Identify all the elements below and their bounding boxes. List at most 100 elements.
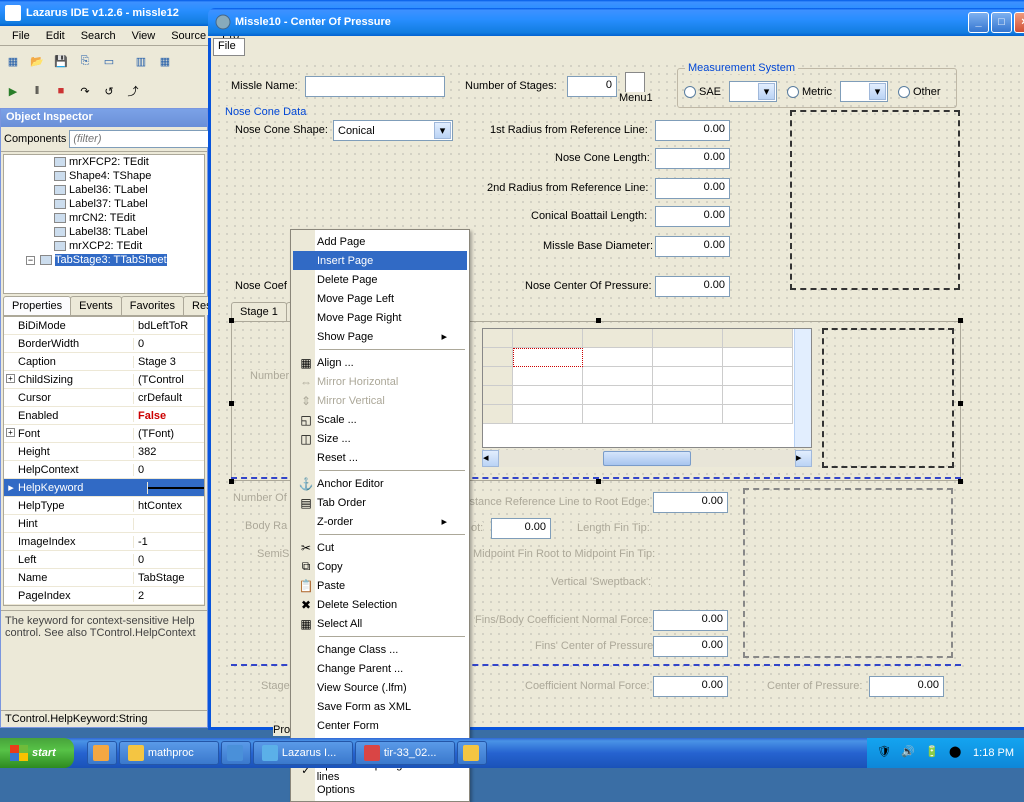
menu-source[interactable]: Source [163, 28, 214, 44]
menu-item-center-form[interactable]: Center Form [293, 716, 467, 735]
tab-stage1[interactable]: Stage 1 [231, 302, 287, 321]
property-row[interactable]: EnabledFalse [4, 407, 204, 425]
mbd-input[interactable]: 0.00 [655, 236, 730, 257]
radio-other[interactable]: Other [898, 86, 941, 98]
taskbar-item[interactable]: mathproc [119, 741, 219, 765]
sae-combo[interactable]: ▾ [729, 81, 777, 102]
context-menu[interactable]: Add PageInsert PageDelete PageMove Page … [290, 229, 470, 802]
units-button[interactable]: ▥ [130, 50, 152, 72]
menu-item-change-class-[interactable]: Change Class ... [293, 640, 467, 659]
tab-properties[interactable]: Properties [3, 296, 71, 315]
menu-item-select-all[interactable]: ▦Select All [293, 614, 467, 633]
open-button[interactable]: 📂 [26, 50, 48, 72]
grid-hscroll[interactable]: ◂▸ [482, 450, 812, 467]
property-row[interactable]: NameTabStage [4, 569, 204, 587]
property-grid[interactable]: BiDiModebdLeftToRBorderWidth0CaptionStag… [3, 316, 205, 606]
close-button[interactable]: × [1014, 12, 1024, 33]
menu-view[interactable]: View [124, 28, 164, 44]
property-row[interactable]: Height382 [4, 443, 204, 461]
tree-item[interactable]: Label38: TLabel [4, 225, 204, 239]
menu-item-move-page-right[interactable]: Move Page Right [293, 308, 467, 327]
taskbar-item[interactable] [221, 741, 251, 765]
filter-input[interactable] [69, 130, 220, 148]
tray-icon[interactable]: 🔋 [925, 745, 941, 761]
menu-item-z-order[interactable]: Z-order▸ [293, 512, 467, 531]
menu-item-show-page[interactable]: Show Page▸ [293, 327, 467, 346]
property-row[interactable]: BiDiModebdLeftToR [4, 317, 204, 335]
form-menu-file[interactable]: File [213, 38, 245, 56]
step-into-button[interactable]: ↺ [98, 80, 120, 102]
menu-item-save-form-as-xml[interactable]: Save Form as XML [293, 697, 467, 716]
menu-item-change-parent-[interactable]: Change Parent ... [293, 659, 467, 678]
menu-file[interactable]: File [4, 28, 38, 44]
cop2-input[interactable]: 0.00 [869, 676, 944, 697]
menu-item-add-page[interactable]: Add Page [293, 232, 467, 251]
tree-item[interactable]: Label37: TLabel [4, 197, 204, 211]
nose-shape-combo[interactable]: Conical▾ [333, 120, 453, 141]
radio-metric[interactable]: Metric [787, 86, 832, 98]
grid-vscroll[interactable] [794, 329, 811, 447]
data-grid[interactable] [482, 328, 812, 448]
menu-item-view-source-lfm-[interactable]: View Source (.lfm) [293, 678, 467, 697]
saveall-button[interactable]: ⎘ [74, 50, 96, 72]
tree-item[interactable]: Shape4: TShape [4, 169, 204, 183]
tab-favorites[interactable]: Favorites [121, 296, 184, 315]
taskbar-item[interactable]: Lazarus I... [253, 741, 353, 765]
metric-combo[interactable]: ▾ [840, 81, 888, 102]
property-row[interactable]: Left0 [4, 551, 204, 569]
oi-titlebar[interactable]: Object Inspector [1, 109, 207, 127]
menu-item-paste[interactable]: 📋Paste [293, 576, 467, 595]
dist-ref-input[interactable]: 0.00 [653, 492, 728, 513]
tree-item[interactable]: mrXCP2: TEdit [4, 239, 204, 253]
menu-edit[interactable]: Edit [38, 28, 73, 44]
menu-item-align-[interactable]: ▦Align ... [293, 353, 467, 372]
menu-item-delete-page[interactable]: Delete Page [293, 270, 467, 289]
property-row[interactable]: HelpContext0 [4, 461, 204, 479]
pause-button[interactable]: ‖ [26, 80, 48, 102]
missle-name-input[interactable] [305, 76, 445, 97]
menu-search[interactable]: Search [73, 28, 124, 44]
maximize-button[interactable]: □ [991, 12, 1012, 33]
system-tray[interactable]: 🛡 🔊 🔋 ⬤ 1:18 PM [867, 738, 1024, 768]
menu-item-copy[interactable]: ⧉Copy [293, 557, 467, 576]
save-button[interactable]: 💾 [50, 50, 72, 72]
tree-item[interactable]: mrXFCP2: TEdit [4, 155, 204, 169]
step-over-button[interactable]: ↷ [74, 80, 96, 102]
taskbar[interactable]: start mathproc Lazarus I...tir-33_02... 🛡… [0, 738, 1024, 768]
step-out-button[interactable]: ⤴ [122, 80, 144, 102]
run-button[interactable]: ▶ [2, 80, 24, 102]
cbl-input[interactable]: 0.00 [655, 206, 730, 227]
fins-coef-input[interactable]: 0.00 [653, 610, 728, 631]
num-stages-input[interactable]: 0 [567, 76, 617, 97]
tray-icon[interactable]: 🛡 [877, 745, 893, 761]
taskbar-item[interactable] [457, 741, 487, 765]
taskbar-item[interactable]: tir-33_02... [355, 741, 455, 765]
r2-input[interactable]: 0.00 [655, 178, 730, 199]
property-row[interactable]: CaptionStage 3 [4, 353, 204, 371]
property-row[interactable]: ImageIndex-1 [4, 533, 204, 551]
menu-item-move-page-left[interactable]: Move Page Left [293, 289, 467, 308]
property-row[interactable]: +ChildSizing(TControl [4, 371, 204, 389]
tree-item[interactable]: mrCN2: TEdit [4, 211, 204, 225]
component-tree[interactable]: mrXFCP2: TEditShape4: TShapeLabel36: TLa… [3, 154, 205, 294]
ncp-input[interactable]: 0.00 [655, 276, 730, 297]
menu-item-tab-order[interactable]: ▤Tab Order [293, 493, 467, 512]
menu-item-reset-[interactable]: Reset ... [293, 448, 467, 467]
property-row[interactable]: HelpTypehtContex [4, 497, 204, 515]
start-button[interactable]: start [0, 738, 74, 768]
new-form-button[interactable]: ▭ [98, 50, 120, 72]
tab-events[interactable]: Events [70, 296, 122, 315]
r1-input[interactable]: 0.00 [655, 120, 730, 141]
property-row[interactable]: ▸HelpKeyword [4, 479, 204, 497]
tree-item[interactable]: −TabStage3: TTabSheet [4, 253, 204, 267]
ot-input[interactable]: 0.00 [491, 518, 551, 539]
menu-item-options[interactable]: Options [293, 780, 467, 799]
oi-tabstrip[interactable]: Properties Events Favorites Restri [3, 296, 205, 316]
menu-item-size-[interactable]: ◫Size ... [293, 429, 467, 448]
property-row[interactable]: Hint [4, 515, 204, 533]
new-unit-button[interactable]: ▦ [2, 50, 24, 72]
tray-icon[interactable]: 🔊 [901, 745, 917, 761]
tree-item[interactable]: Label36: TLabel [4, 183, 204, 197]
menu-item-delete-selection[interactable]: ✖Delete Selection [293, 595, 467, 614]
clock[interactable]: 1:18 PM [973, 747, 1014, 759]
